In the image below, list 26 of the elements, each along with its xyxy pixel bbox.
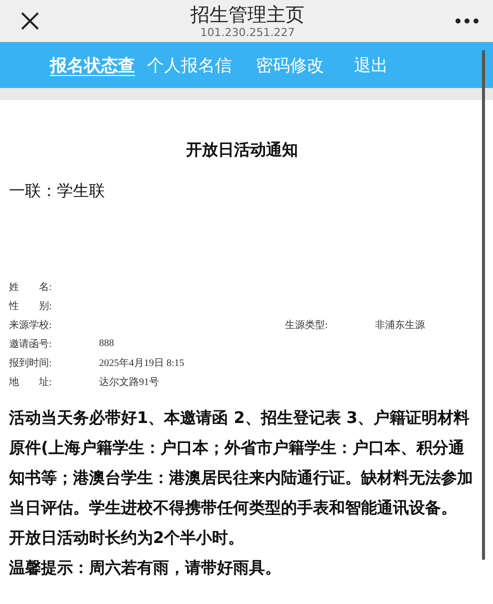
field-label: 地 址: [9, 376, 53, 388]
nav-tab[interactable]: 退出 [354, 52, 388, 78]
close-button[interactable] [20, 11, 40, 31]
field-label: 来源学校: [9, 318, 53, 332]
close-icon [20, 11, 40, 31]
more-button[interactable] [455, 18, 479, 24]
notice-paragraph: 温馨提示：周六若有雨，请带好雨具。 [9, 557, 282, 579]
field-value: 达尔文路91号 [99, 376, 160, 388]
field-label: 报到时间: [9, 356, 53, 370]
nav-tab[interactable]: 个人报名信 [147, 52, 232, 78]
field-label: 姓 名: [9, 280, 53, 294]
field-value: 非浦东生源 [375, 318, 426, 332]
notice-paragraph: 活动当天务必带好1、本邀请函 2、招生登记表 3、户籍证明材料原件(上海户籍学生：户口本；外省市户籍学生：户口本、积分通知书等；港澳台学生：港澳居民往来内陆通行证。缺材料无法参加当日评估。学生进校不得携带任何类型的手表和智能通讯设备。 [9, 407, 474, 519]
field-label: 生源类型: [285, 318, 329, 332]
nav-tab[interactable]: 报名状态查 [50, 52, 135, 78]
field-value: 888 [99, 338, 115, 349]
more-icon [455, 18, 479, 24]
nav-tab[interactable]: 密码修改 [256, 52, 324, 78]
notice-title: 开放日活动通知 [185, 140, 299, 161]
field-label: 邀请函号: [9, 338, 53, 350]
page-address: 101.230.251.227 [200, 26, 295, 38]
field-value: 2025年4月19日 8:15 [99, 356, 186, 370]
field-label: 性 别: [9, 300, 53, 312]
notice-paragraph: 开放日活动时长约为2个半小时。 [9, 527, 246, 549]
page-title: 招生管理主页 [190, 4, 304, 26]
copy-label: 一联：学生联 [9, 181, 106, 202]
